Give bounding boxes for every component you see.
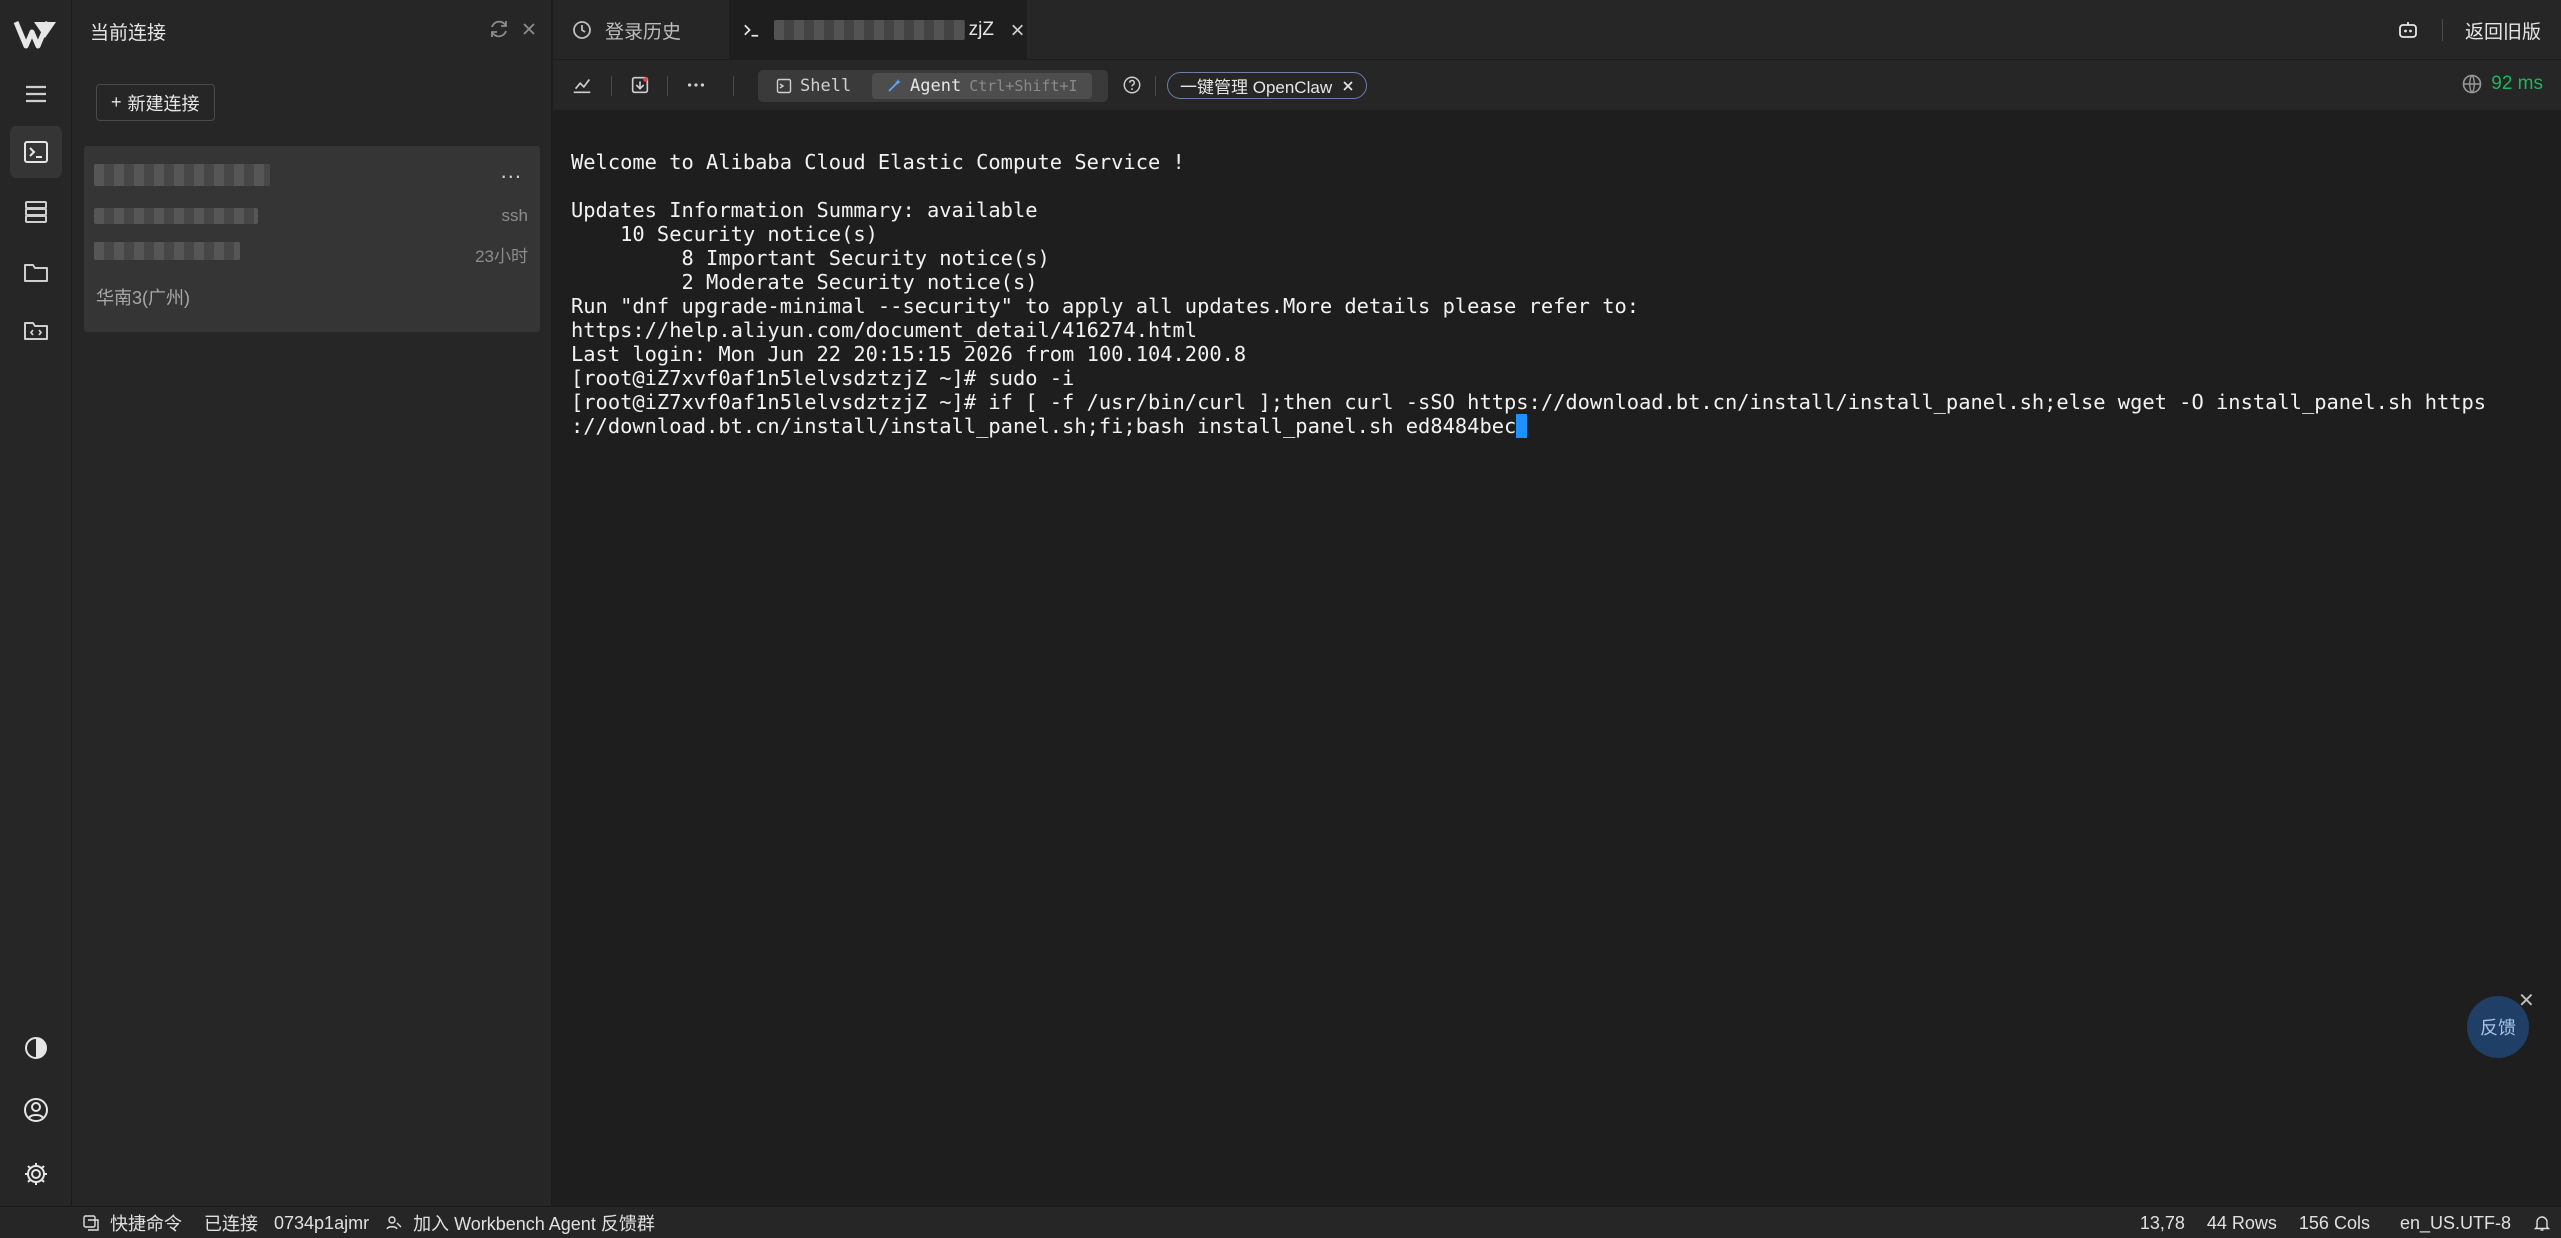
terminal-line: 8 Important Security notice(s) xyxy=(571,246,1050,270)
close-tab-icon[interactable] xyxy=(1008,20,1027,40)
openclaw-pill[interactable]: 一键管理 OpenClaw xyxy=(1167,72,1368,99)
encoding[interactable]: en_US.UTF-8 xyxy=(2400,1213,2511,1234)
redacted-tab-host xyxy=(773,20,965,40)
openclaw-label: 一键管理 OpenClaw xyxy=(1180,78,1333,97)
refresh-icon[interactable] xyxy=(488,18,510,40)
session-protocol: ssh xyxy=(501,206,528,225)
workbench-logo-icon xyxy=(13,21,56,49)
status-right: 13,78 44 Rows 156 Cols en_US.UTF-8 xyxy=(2140,1207,2551,1238)
status-left: 快捷命令 已连接 0734p1ajmr 加入 Workbench Agent 反… xyxy=(82,1207,655,1238)
terminal-line: https://help.aliyun.com/document_detail/… xyxy=(571,318,1198,342)
terminal-cursor xyxy=(1516,414,1528,438)
divider xyxy=(667,76,668,96)
terminal-text: Welcome to Alibaba Cloud Elastic Compute… xyxy=(571,150,2561,438)
back-to-old-version-link[interactable]: 返回旧版 xyxy=(2465,17,2541,44)
connections-panel: 当前连接 + 新建连接 ... ssh 23小时 华南3(广州) xyxy=(72,0,552,1206)
plus-icon: + xyxy=(111,92,122,112)
latency-indicator: 92 ms xyxy=(2461,73,2543,95)
feedback-label: 反馈 xyxy=(2480,1018,2516,1038)
terminal-line: Welcome to Alibaba Cloud Elastic Compute… xyxy=(571,150,1185,174)
divider xyxy=(733,76,734,96)
terminal-output[interactable]: Welcome to Alibaba Cloud Elastic Compute… xyxy=(553,110,2561,1206)
redacted-host-name xyxy=(94,164,270,186)
terminal-rows: 44 Rows xyxy=(2206,1212,2277,1233)
shell-mode-button[interactable]: Shell xyxy=(762,73,865,99)
mode-switch: Shell Agent Ctrl+Shift+I xyxy=(758,70,1108,102)
terminal-line: Last login: Mon Jun 22 20:15:15 2026 fro… xyxy=(571,342,1247,366)
terminal-line: [root@iZ7xvf0af1n5lelvsdztzjZ ~]# if [ -… xyxy=(571,390,2487,414)
folder-icon[interactable] xyxy=(10,246,62,298)
status-bar: 快捷命令 已连接 0734p1ajmr 加入 Workbench Agent 反… xyxy=(0,1206,2561,1238)
new-connection-button[interactable]: + 新建连接 xyxy=(96,84,215,121)
server-list-icon[interactable] xyxy=(10,186,62,238)
quick-commands-button[interactable]: 快捷命令 xyxy=(110,1210,182,1236)
agent-mode-button[interactable]: Agent Ctrl+Shift+I xyxy=(872,73,1092,99)
terminal-line: 10 Security notice(s) xyxy=(571,222,878,246)
left-rail xyxy=(0,0,72,1206)
feedback-button[interactable]: 反馈 xyxy=(2467,996,2529,1058)
tab-active-session[interactable]: zjZ xyxy=(729,0,1027,60)
monitor-chart-icon[interactable] xyxy=(569,72,595,98)
notification-bell-icon[interactable] xyxy=(2533,1214,2551,1232)
terminal-icon xyxy=(744,24,759,37)
panel-header: 当前连接 xyxy=(72,0,552,60)
shell-icon xyxy=(776,78,792,94)
feedback-group-icon xyxy=(386,1216,402,1230)
code-folder-icon[interactable] xyxy=(10,304,62,356)
user-avatar-icon[interactable] xyxy=(10,1084,62,1136)
cursor-position: 13,78 xyxy=(2139,1212,2185,1233)
terminal-line: Run "dnf upgrade-minimal --security" to … xyxy=(571,294,1640,318)
session-id: 0734p1ajmr xyxy=(274,1212,370,1233)
upload-file-icon[interactable] xyxy=(627,72,653,98)
close-panel-icon[interactable] xyxy=(518,18,540,40)
join-feedback-group-link[interactable]: 加入 Workbench Agent 反馈群 xyxy=(413,1210,655,1236)
terminal-line: Updates Information Summary: available xyxy=(571,198,1038,222)
redacted-host-address xyxy=(94,208,258,224)
quick-command-icon xyxy=(83,1215,99,1231)
tab-label: zjZ xyxy=(968,19,994,40)
history-icon xyxy=(573,21,591,39)
divider xyxy=(2441,19,2443,41)
globe-icon xyxy=(2462,74,2482,94)
tab-bar: 登录历史 zjZ 返回旧版 xyxy=(553,0,2561,60)
redacted-host-user xyxy=(94,242,240,260)
theme-toggle-icon[interactable] xyxy=(10,1022,62,1074)
terminal-line: ://download.bt.cn/install/install_panel.… xyxy=(571,414,1517,438)
tab-login-history[interactable]: 登录历史 xyxy=(571,0,741,60)
shell-label: Shell xyxy=(800,76,852,96)
topbar-right: 返回旧版 xyxy=(2396,0,2541,60)
more-tools-icon[interactable] xyxy=(683,72,709,98)
session-region: 华南3(广州) xyxy=(96,288,190,308)
terminal-nav-icon[interactable] xyxy=(10,126,62,178)
connection-status: 已连接 xyxy=(204,1214,258,1234)
settings-gear-icon[interactable] xyxy=(10,1148,62,1200)
session-card[interactable]: ... ssh 23小时 华南3(广州) xyxy=(84,146,540,332)
divider xyxy=(1155,76,1156,96)
terminal-cols: 156 Cols xyxy=(2298,1212,2370,1233)
terminal-toolbar: Shell Agent Ctrl+Shift+I 一键管理 OpenClaw 9… xyxy=(553,60,2561,110)
tab-label: 登录历史 xyxy=(605,21,682,43)
menu-icon[interactable] xyxy=(10,68,62,120)
divider xyxy=(611,76,612,96)
session-age: 23小时 xyxy=(475,247,528,266)
help-icon[interactable] xyxy=(1119,72,1145,98)
terminal-line: 2 Moderate Security notice(s) xyxy=(571,270,1038,294)
agent-shortcut: Ctrl+Shift+I xyxy=(969,77,1078,95)
agent-sparkle-icon xyxy=(888,79,901,92)
close-pill-icon[interactable] xyxy=(1342,80,1354,92)
panel-title: 当前连接 xyxy=(90,23,167,44)
more-options-icon[interactable]: ... xyxy=(501,158,522,184)
latency-value: 92 ms xyxy=(2491,73,2543,94)
agent-label: Agent xyxy=(910,76,962,96)
terminal-line: [root@iZ7xvf0af1n5lelvsdztzjZ ~]# sudo -… xyxy=(571,366,1075,390)
robot-icon[interactable] xyxy=(2396,18,2420,42)
new-connection-label: 新建连接 xyxy=(127,93,200,114)
